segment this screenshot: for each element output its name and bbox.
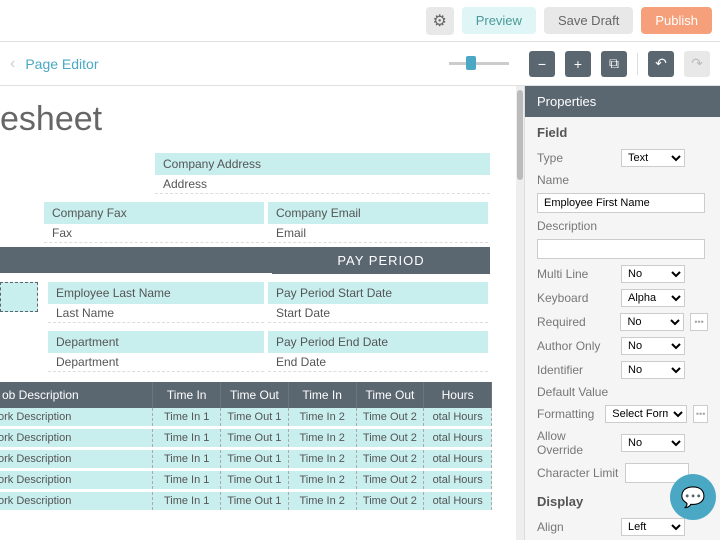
- th-time-in: Time In: [153, 382, 221, 408]
- identifier-label: Identifier: [537, 363, 615, 377]
- table-row[interactable]: ork Description Time In 1 Time Out 1 Tim…: [0, 471, 492, 489]
- undo-button[interactable]: ↶: [648, 51, 674, 77]
- copy-button[interactable]: ⧉: [601, 51, 627, 77]
- zoom-slider[interactable]: [109, 62, 520, 65]
- required-options-button[interactable]: •••: [690, 313, 708, 331]
- multiline-label: Multi Line: [537, 267, 615, 281]
- canvas-scrollbar[interactable]: [516, 86, 524, 540]
- company-email-field[interactable]: Company Email: [268, 202, 488, 224]
- save-draft-button[interactable]: Save Draft: [544, 7, 633, 34]
- keyboard-select[interactable]: Alpha: [621, 289, 685, 307]
- name-input[interactable]: [537, 193, 705, 213]
- canvas-area: esheet Company Address Address Company F…: [0, 86, 524, 540]
- table-row[interactable]: ork Description Time In 1 Time Out 1 Tim…: [0, 450, 492, 468]
- charlimit-label: Character Limit: [537, 466, 619, 480]
- align-select[interactable]: Left: [621, 518, 685, 536]
- description-label: Description: [537, 219, 615, 233]
- redo-button[interactable]: ↷: [684, 51, 710, 77]
- section-bar-left: [0, 247, 272, 273]
- top-toolbar: ⚙ Preview Save Draft Publish: [0, 0, 720, 42]
- chat-button[interactable]: 💬: [670, 474, 716, 520]
- th-hours: Hours: [424, 382, 492, 408]
- required-label: Required: [537, 315, 614, 329]
- time-table: ob Description Time In Time Out Time In …: [0, 382, 492, 510]
- minus-icon: −: [538, 56, 546, 72]
- required-select[interactable]: No: [620, 313, 684, 331]
- divider: [637, 53, 638, 75]
- table-row[interactable]: ork Description Time In 1 Time Out 1 Tim…: [0, 492, 492, 510]
- employee-first-name-field[interactable]: [0, 282, 38, 312]
- formatting-options-button[interactable]: •••: [693, 405, 708, 423]
- align-label: Align: [537, 520, 615, 534]
- type-select[interactable]: Text: [621, 149, 685, 167]
- multiline-select[interactable]: No: [621, 265, 685, 283]
- editor-toolbar: ‹ Page Editor − + ⧉ ↶ ↷: [0, 42, 720, 86]
- table-row[interactable]: ork Description Time In 1 Time Out 1 Tim…: [0, 429, 492, 447]
- company-email-value: Email: [268, 224, 488, 243]
- properties-header: Properties: [525, 86, 720, 117]
- formatting-label: Formatting: [537, 407, 599, 421]
- chevron-left-icon: ‹: [10, 55, 15, 73]
- th-job: ob Description: [0, 382, 153, 408]
- page-editor-link[interactable]: Page Editor: [25, 56, 98, 72]
- identifier-select[interactable]: No: [621, 361, 685, 379]
- author-select[interactable]: No: [621, 337, 685, 355]
- department-value: Department: [48, 353, 264, 372]
- end-date-field[interactable]: Pay Period End Date: [268, 331, 488, 353]
- th-time-in-2: Time In: [289, 382, 357, 408]
- override-select[interactable]: No: [621, 434, 685, 452]
- preview-button[interactable]: Preview: [462, 7, 536, 34]
- author-label: Author Only: [537, 339, 615, 353]
- plus-icon: +: [574, 56, 582, 72]
- table-header-row: ob Description Time In Time Out Time In …: [0, 382, 492, 408]
- page-title: esheet: [0, 100, 524, 139]
- zoom-out-button[interactable]: −: [529, 51, 555, 77]
- table-row[interactable]: ork Description Time In 1 Time Out 1 Tim…: [0, 408, 492, 426]
- publish-button[interactable]: Publish: [641, 7, 712, 34]
- pay-period-header: PAY PERIOD: [272, 247, 490, 274]
- employee-last-name-value: Last Name: [48, 304, 264, 323]
- department-field[interactable]: Department: [48, 331, 264, 353]
- start-date-field[interactable]: Pay Period Start Date: [268, 282, 488, 304]
- properties-panel: Properties Field Type Text Name Descript…: [524, 86, 720, 540]
- override-label: Allow Override: [537, 429, 615, 457]
- undo-icon: ↶: [655, 55, 667, 72]
- th-time-out: Time Out: [221, 382, 289, 408]
- chat-icon: 💬: [681, 485, 706, 510]
- zoom-in-button[interactable]: +: [565, 51, 591, 77]
- redo-icon: ↷: [691, 55, 703, 72]
- gear-icon: ⚙: [433, 11, 447, 31]
- field-section-title: Field: [525, 117, 720, 146]
- name-label: Name: [537, 173, 615, 187]
- type-label: Type: [537, 151, 615, 165]
- employee-last-name-field[interactable]: Employee Last Name: [48, 282, 264, 304]
- keyboard-label: Keyboard: [537, 291, 615, 305]
- default-label: Default Value: [537, 385, 615, 399]
- company-address-value: Address: [155, 175, 490, 194]
- end-date-value: End Date: [268, 353, 488, 372]
- copy-icon: ⧉: [609, 55, 619, 72]
- formatting-select[interactable]: Select Format: [605, 405, 687, 423]
- company-fax-value: Fax: [44, 224, 264, 243]
- th-time-out-2: Time Out: [357, 382, 425, 408]
- slider-thumb[interactable]: [466, 56, 476, 70]
- start-date-value: Start Date: [268, 304, 488, 323]
- settings-button[interactable]: ⚙: [426, 7, 454, 35]
- company-fax-field[interactable]: Company Fax: [44, 202, 264, 224]
- description-input[interactable]: [537, 239, 705, 259]
- company-address-field[interactable]: Company Address: [155, 153, 490, 175]
